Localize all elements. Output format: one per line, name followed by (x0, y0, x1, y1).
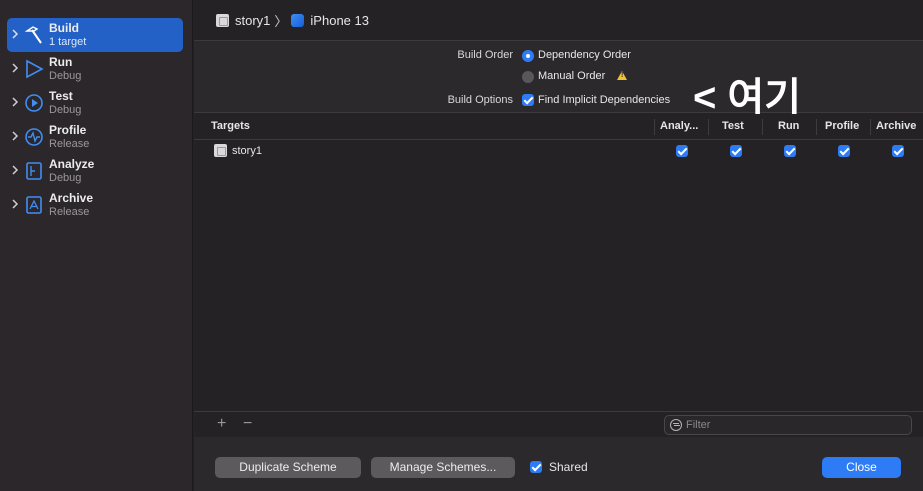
build-options-panel: Build Order Dependency Order Manual Orde… (194, 41, 923, 113)
sidebar-item-subtitle: Release (49, 138, 90, 150)
sidebar-item-subtitle: Debug (49, 172, 82, 184)
archive-checkbox[interactable] (892, 145, 904, 157)
chevron-right-icon[interactable] (10, 129, 20, 143)
sidebar-item-build[interactable]: Build 1 target (7, 18, 183, 52)
sidebar-item-test[interactable]: Test Debug (7, 86, 183, 120)
find-implicit-dependencies-label[interactable]: Find Implicit Dependencies (538, 94, 670, 106)
add-target-button[interactable]: + (217, 415, 226, 433)
targets-table-header: Targets Analy... Test Run Profile Archiv… (194, 114, 923, 140)
table-row[interactable]: story1 (194, 141, 923, 161)
chevron-right-icon[interactable] (10, 61, 20, 75)
filter-icon (670, 419, 682, 431)
remove-target-button[interactable]: − (243, 415, 252, 433)
manual-order-label[interactable]: Manual Order (538, 70, 605, 82)
breadcrumb: story1 〉 iPhone 13 (194, 0, 923, 41)
sidebar-item-subtitle: 1 target (49, 36, 87, 48)
build-options-label: Build Options (447, 94, 513, 106)
chevron-right-icon[interactable] (10, 95, 20, 109)
column-divider (708, 119, 709, 135)
dependency-order-radio[interactable] (522, 50, 534, 62)
sidebar-item-title: Profile (49, 123, 87, 137)
dialog-footer: Duplicate Scheme Manage Schemes... Share… (194, 437, 923, 491)
table-toolbar: + − Filter (194, 411, 923, 437)
test-checkbox[interactable] (730, 145, 742, 157)
filter-placeholder: Filter (686, 419, 711, 431)
breadcrumb-project[interactable]: story1 〉 iPhone 13 (216, 12, 369, 29)
test-diamond-icon (25, 94, 43, 112)
manual-order-radio[interactable] (522, 71, 534, 83)
sidebar-item-title: Test (49, 89, 73, 103)
sidebar-item-title: Archive (49, 191, 94, 205)
breadcrumb-device-label[interactable]: iPhone 13 (310, 13, 369, 28)
duplicate-scheme-button[interactable]: Duplicate Scheme (215, 457, 361, 478)
filter-field[interactable]: Filter (664, 415, 912, 435)
scheme-action-sidebar: Build 1 target Run Debug Test Debug Prof… (0, 0, 193, 491)
target-icon (214, 144, 227, 157)
hammer-icon (24, 26, 42, 44)
sidebar-item-profile[interactable]: Profile Release (7, 120, 183, 154)
scheme-editor-main: story1 〉 iPhone 13 Build Order Dependenc… (194, 0, 923, 491)
project-icon (216, 13, 229, 27)
waveform-icon (25, 128, 43, 146)
sidebar-item-archive[interactable]: Archive Release (7, 188, 183, 222)
sidebar-item-subtitle: Release (49, 206, 90, 218)
breadcrumb-project-label: story1 (235, 12, 271, 28)
shared-checkbox[interactable] (530, 461, 542, 473)
chevron-right-icon: 〉 (274, 13, 288, 29)
device-icon (291, 13, 305, 27)
column-header-analyze[interactable]: Analy... (660, 120, 698, 132)
warning-icon (617, 71, 627, 80)
shared-label[interactable]: Shared (549, 460, 588, 474)
sidebar-item-subtitle: Debug (49, 104, 82, 116)
sidebar-item-title: Analyze (49, 157, 95, 171)
manage-schemes-button[interactable]: Manage Schemes... (371, 457, 515, 478)
column-divider (762, 119, 763, 135)
sidebar-item-subtitle: Debug (49, 70, 82, 82)
target-name: story1 (232, 145, 262, 157)
chevron-right-icon[interactable] (10, 27, 20, 41)
column-header-archive[interactable]: Archive (876, 120, 916, 132)
archive-icon (26, 196, 42, 214)
sidebar-item-run[interactable]: Run Debug (7, 52, 183, 86)
chevron-right-icon[interactable] (10, 163, 20, 177)
column-divider (870, 119, 871, 135)
find-implicit-dependencies-checkbox[interactable] (522, 94, 534, 106)
run-checkbox[interactable] (784, 145, 796, 157)
column-header-targets[interactable]: Targets (211, 120, 250, 132)
dependency-order-label[interactable]: Dependency Order (538, 49, 631, 61)
column-header-test[interactable]: Test (722, 120, 744, 132)
column-divider (816, 119, 817, 135)
play-icon (26, 59, 44, 79)
sidebar-item-title: Run (49, 55, 73, 69)
analyze-checkbox[interactable] (676, 145, 688, 157)
column-header-run[interactable]: Run (778, 120, 799, 132)
chevron-right-icon[interactable] (10, 197, 20, 211)
column-divider (654, 119, 655, 135)
analyze-icon (26, 162, 42, 180)
sidebar-item-analyze[interactable]: Analyze Debug (7, 154, 183, 188)
profile-checkbox[interactable] (838, 145, 850, 157)
build-order-label: Build Order (457, 49, 513, 61)
sidebar-item-title: Build (49, 21, 79, 35)
column-header-profile[interactable]: Profile (825, 120, 859, 132)
close-button[interactable]: Close (822, 457, 901, 478)
